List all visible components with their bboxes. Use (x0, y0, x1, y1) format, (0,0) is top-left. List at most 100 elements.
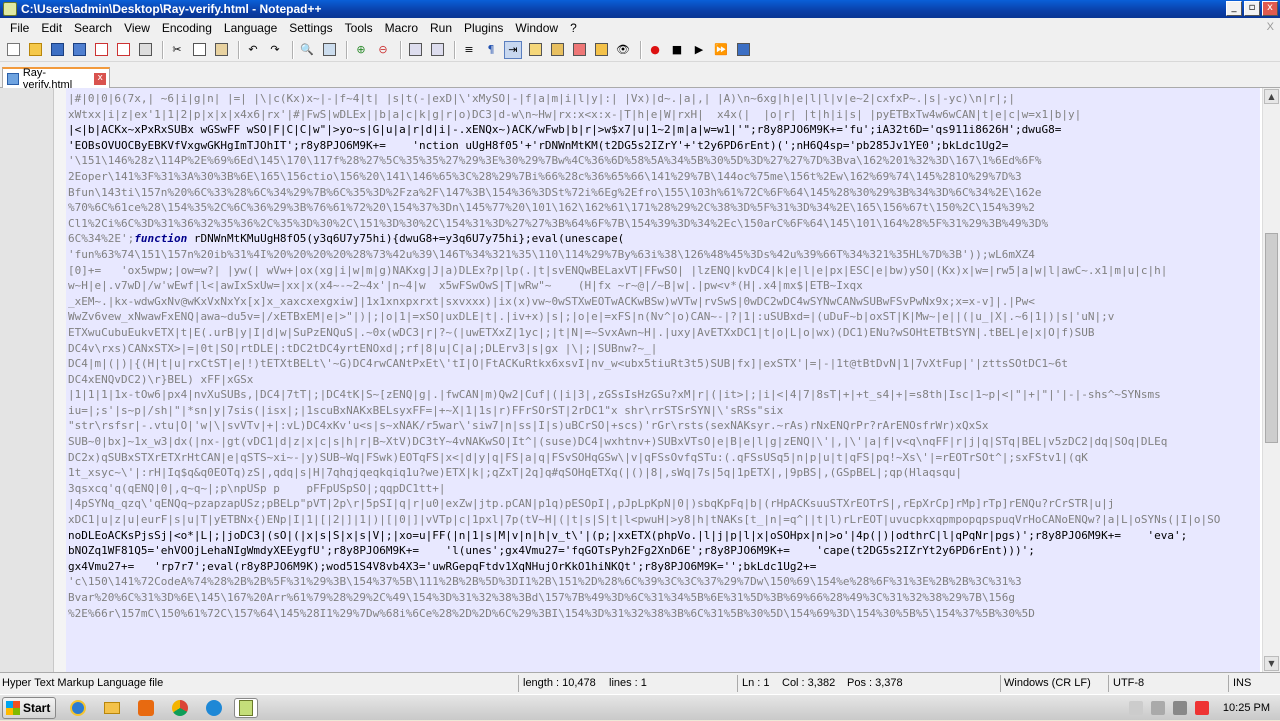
record-macro-icon[interactable]: ● (646, 41, 664, 59)
code-line[interactable]: xWtxx|i|z|ex'1|1|2|p|x|x|x4x6|rx'|#|FwS|… (68, 107, 1260, 123)
edge-icon[interactable] (202, 698, 226, 718)
ie-icon[interactable] (66, 698, 90, 718)
close-window-button[interactable]: x (1262, 1, 1278, 16)
scroll-up-icon[interactable]: ▲ (1264, 89, 1279, 104)
scroll-thumb[interactable] (1265, 233, 1278, 443)
maximize-button[interactable]: ▫ (1244, 1, 1260, 16)
code-line[interactable]: 3qsxcq'q(qENQ|0|,q~q~|;p\npUSp p pFFpUSp… (68, 481, 1260, 497)
code-area[interactable]: |#|0|0|6(7x,| ~6|i|g|n| |=| |\|c(Kx)x~|-… (66, 88, 1260, 672)
security-alert-icon[interactable] (1194, 701, 1209, 715)
code-line[interactable]: 6C%34%2E';function rDNWnMtKMuUgH8fO5(y3q… (68, 231, 1260, 247)
minimize-button[interactable]: _ (1226, 1, 1242, 16)
code-line[interactable]: 1t_xsyc~\'|:rH|Iq$q&q0EOTq)zS|,qdq|s|H|7… (68, 465, 1260, 481)
menu-view[interactable]: View (118, 18, 156, 38)
code-line[interactable]: xDC1|u|z|u|eurF|s|u|T|yETBNx{)ENp|I|1|[|… (68, 512, 1260, 528)
menu-macro[interactable]: Macro (379, 18, 424, 38)
code-line[interactable]: iu=|;s'|s~p|/sh|"|*sn|y|7sis(|isx|;|1scu… (68, 403, 1260, 419)
play-macro-icon[interactable]: ▶ (690, 41, 708, 59)
udl-icon[interactable] (526, 41, 544, 59)
menu-tools[interactable]: Tools (339, 18, 379, 38)
open-file-icon[interactable] (26, 41, 44, 59)
tab-close-icon[interactable]: x (94, 72, 107, 85)
code-line[interactable]: ETXwuCubuEukvETX|t|E(.urB|y|I|d|w|SuPzEN… (68, 325, 1260, 341)
redo-icon[interactable]: ↷ (266, 41, 284, 59)
code-line[interactable]: 'c\150\141%72CodeA%74%28%2B%2B%5F%31%29%… (68, 574, 1260, 590)
close-doc-icon[interactable]: X (1267, 21, 1274, 33)
monitor-icon[interactable]: 👁 (614, 41, 632, 59)
close-all-icon[interactable] (114, 41, 132, 59)
code-line[interactable]: Cl1%2Ci%6C%3D%31%36%32%35%36%2C%35%3D%30… (68, 216, 1260, 232)
folder-as-workspace-icon[interactable] (592, 41, 610, 59)
clock[interactable]: 10:25 PM (1223, 702, 1270, 714)
code-line[interactable]: DC2x)qSUBxSTXrETXrHtCAN|e|qSTS~xi~-|y)SU… (68, 450, 1260, 466)
code-line[interactable]: %70%6C%61ce%28\154%35%2C%6C%36%29%3B%76%… (68, 200, 1260, 216)
menu-search[interactable]: Search (68, 18, 118, 38)
save-all-icon[interactable] (70, 41, 88, 59)
menu-file[interactable]: File (4, 18, 35, 38)
menu-settings[interactable]: Settings (283, 18, 338, 38)
sync-vertical-icon[interactable] (406, 41, 424, 59)
action-center-icon[interactable] (1128, 701, 1143, 715)
explorer-icon[interactable] (100, 698, 124, 718)
code-line[interactable]: '\151\146%28z\114P%2E%69%6Ed\145\170\117… (68, 153, 1260, 169)
vertical-scrollbar[interactable]: ▲ ▼ (1262, 88, 1280, 672)
menu-help[interactable]: ? (564, 18, 583, 38)
code-line[interactable]: |#|0|0|6(7x,| ~6|i|g|n| |=| |\|c(Kx)x~|-… (68, 91, 1260, 107)
code-line[interactable]: "str\rsfsr|-.vtu|O|'w|\|svVTv|+|:vL)DC4x… (68, 418, 1260, 434)
chrome-icon[interactable] (168, 698, 192, 718)
replace-icon[interactable] (320, 41, 338, 59)
scroll-down-icon[interactable]: ▼ (1264, 656, 1279, 671)
run-macro-multiple-icon[interactable]: ⏩ (712, 41, 730, 59)
menu-plugins[interactable]: Plugins (458, 18, 509, 38)
code-line[interactable]: |<|b|ACKx~xPxRxSUBx wGSwFF wSO|F|C|C|w"|… (68, 122, 1260, 138)
code-line[interactable]: DC4xENQvDC2)\r}BEL) xFF|xGSx (68, 372, 1260, 388)
start-button[interactable]: Start (2, 697, 56, 719)
close-icon[interactable] (92, 41, 110, 59)
code-line[interactable]: Bfun\143ti\157n%20%6C%33%28%6C%34%29%7B%… (68, 185, 1260, 201)
new-file-icon[interactable] (4, 41, 22, 59)
tab-ray-verify[interactable]: Ray-verify.html x (2, 67, 110, 91)
editor-pane[interactable]: |#|0|0|6(7x,| ~6|i|g|n| |=| |\|c(Kx)x~|-… (0, 88, 1280, 672)
show-all-chars-icon[interactable]: ¶ (482, 41, 500, 59)
code-line[interactable]: 'fun%63%74\151\157n%20ib%31%4I%20%20%20%… (68, 247, 1260, 263)
code-line[interactable]: SUB~0|bx]~1x_w3|dx(|nx-|gt(vDC1|d|z|x|c|… (68, 434, 1260, 450)
volume-icon[interactable] (1172, 701, 1187, 715)
sync-horizontal-icon[interactable] (428, 41, 446, 59)
paste-icon[interactable] (212, 41, 230, 59)
code-line[interactable]: _xEM~.|kx-wdwGxNv@wKxVxNxYx[x]x_xaxcxexg… (68, 294, 1260, 310)
menu-run[interactable]: Run (424, 18, 458, 38)
code-line[interactable]: |1|1|1|1x-tOw6|px4|nvXuSUBs,|DC4|7tT|;|D… (68, 387, 1260, 403)
print-icon[interactable] (136, 41, 154, 59)
save-icon[interactable] (48, 41, 66, 59)
save-macro-icon[interactable] (734, 41, 752, 59)
menu-encoding[interactable]: Encoding (156, 18, 218, 38)
word-wrap-icon[interactable]: ≡ (460, 41, 478, 59)
code-line[interactable]: %2E%66r\157mC\150%61%72C\157%64\145%28I1… (68, 606, 1260, 622)
zoom-out-icon[interactable]: ⊖ (374, 41, 392, 59)
function-list-icon[interactable] (570, 41, 588, 59)
code-line[interactable]: Bvar%20%6C%31%3D%6E\145\167%20Arr%61%79%… (68, 590, 1260, 606)
code-line[interactable]: noDLEoACKsPjsSj|<o*|L|;|joDC3|(sO|(|x|s|… (68, 528, 1260, 544)
undo-icon[interactable]: ↶ (244, 41, 262, 59)
menu-window[interactable]: Window (509, 18, 564, 38)
notepadpp-icon[interactable] (234, 698, 258, 718)
network-icon[interactable] (1150, 701, 1165, 715)
code-line[interactable]: w~H|e|.v7wD|/w'wEwf|l<|awIxSxUw=|xx|x(x4… (68, 278, 1260, 294)
media-player-icon[interactable] (134, 698, 158, 718)
menu-language[interactable]: Language (218, 18, 283, 38)
code-line[interactable]: gx4Vmu27+= 'rp7r7';eval(r8y8PJO6M9K);wod… (68, 559, 1260, 575)
code-line[interactable]: DC4|m|(|)|{(H|t|u|rxCtST|e|!)tETXtBELt\'… (68, 356, 1260, 372)
code-line[interactable]: 2Eoper\141%3F%31%3A%30%3B%6E\165\156ctio… (68, 169, 1260, 185)
doc-map-icon[interactable] (548, 41, 566, 59)
code-text[interactable]: |#|0|0|6(7x,| ~6|i|g|n| |=| |\|c(Kx)x~|-… (66, 88, 1260, 621)
indent-guide-icon[interactable]: ⇥ (504, 40, 522, 59)
zoom-in-icon[interactable]: ⊕ (352, 41, 370, 59)
code-line[interactable]: WwZv6vew_xNwawFxENQ|awa~du5v=|/xETBxEM|e… (68, 309, 1260, 325)
code-line[interactable]: DC4v\rxs)CANxSTX>|=|0t|SO|rtDLE|:tDC2tDC… (68, 341, 1260, 357)
find-icon[interactable]: 🔍 (298, 41, 316, 59)
code-line[interactable]: [0]+= 'ox5wpw;|ow=w?| |yw(| wVw+|ox(xg|i… (68, 263, 1260, 279)
cut-icon[interactable]: ✂ (168, 41, 186, 59)
copy-icon[interactable] (190, 41, 208, 59)
code-line[interactable]: 'EOBsOVUOCByEBKVfVxgwGKHgImTJOhIT';r8y8P… (68, 138, 1260, 154)
code-line[interactable]: |4pSYNq_qzq\'qENQq~pzapzapUSz;pBELp"pVT|… (68, 496, 1260, 512)
